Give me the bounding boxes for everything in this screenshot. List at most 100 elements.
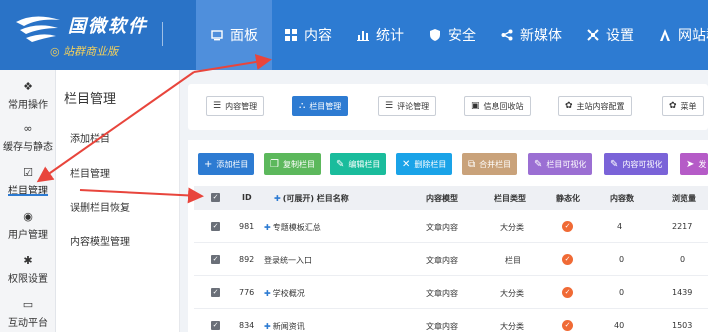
row-name[interactable]: ✚ 学校概况 bbox=[264, 288, 305, 299]
rail-item-interaction[interactable]: ▭ 互动平台 bbox=[0, 298, 56, 329]
sitemap-icon bbox=[658, 28, 672, 42]
copy-column-button[interactable]: ❐ 复制栏目 bbox=[264, 153, 321, 175]
rail-item-column-manage[interactable]: ☑ 栏目管理 bbox=[0, 166, 56, 197]
submenu-item-add-column[interactable]: 添加栏目 bbox=[70, 130, 110, 145]
top-bar: 国微软件 ◎ 站群商业版 面板 内容 统计 安全 新媒体 设置 网站 bbox=[0, 0, 708, 70]
left-rail: ❖ 常用操作 ∞ 缓存与静态 ☑ 栏目管理 ◉ 用户管理 ✱ 权限设置 ▭ 互动… bbox=[0, 70, 56, 332]
column-table-panel: + 添加栏目 ❐ 复制栏目 ✎ 编辑栏目 ✕ 删除栏目 ⧉ 合并栏目 ✎ 栏目可视化 ✎ 内容… bbox=[188, 140, 708, 332]
row-type: 栏目 bbox=[505, 256, 521, 265]
content-visualize-button[interactable]: ✎ 内容可视化 bbox=[604, 153, 669, 175]
rail-item-users[interactable]: ◉ 用户管理 bbox=[0, 210, 56, 241]
edit-column-button[interactable]: ✎ 编辑栏目 bbox=[330, 153, 387, 175]
table-row[interactable]: ✓ 981 ✚ 专题模板汇总 文章内容 大分类 ✓ 4 2217 bbox=[194, 210, 708, 243]
nav-item-panel[interactable]: 面板 bbox=[196, 0, 272, 70]
gear-icon: ✿ bbox=[565, 101, 573, 111]
static-status-icon[interactable]: ✓ bbox=[562, 221, 573, 232]
merge-icon: ⧉ bbox=[468, 158, 476, 170]
column-header-name[interactable]: ✚ (可展开) 栏目名称 bbox=[274, 193, 349, 204]
nav-item-settings[interactable]: 设置 bbox=[574, 0, 646, 70]
delete-column-button[interactable]: ✕ 删除栏目 bbox=[396, 153, 453, 175]
submenu-item-restore-column[interactable]: 误删栏目恢复 bbox=[70, 199, 130, 214]
nav-item-stats[interactable]: 统计 bbox=[344, 0, 416, 70]
row-id: 892 bbox=[239, 255, 255, 264]
bar-chart-icon bbox=[356, 28, 370, 42]
expand-icon[interactable]: ✚ bbox=[264, 322, 271, 331]
row-id: 981 bbox=[239, 222, 255, 231]
row-views: 2217 bbox=[672, 222, 693, 231]
table-row[interactable]: ✓ 892 登录统一入口 文章内容 栏目 ✓ 0 0 bbox=[194, 243, 708, 276]
tab-bar: ☰ 内容管理 ⛬ 栏目管理 ☰ 评论管理 ▣ 信息回收站 ✿ 主站内容配置 ✿ 菜单 bbox=[188, 84, 708, 130]
sub-menu: 栏目管理 添加栏目 栏目管理 误删栏目恢复 内容模型管理 bbox=[56, 70, 180, 332]
brand[interactable]: 国微软件 ◎ 站群商业版 bbox=[0, 0, 196, 70]
column-header-type: 栏目类型 bbox=[494, 194, 526, 203]
row-type: 大分类 bbox=[500, 322, 524, 331]
row-count: 0 bbox=[619, 288, 625, 297]
divider bbox=[162, 22, 163, 46]
column-header-model: 内容模型 bbox=[426, 194, 458, 203]
row-model: 文章内容 bbox=[426, 256, 458, 265]
table-row[interactable]: ✓ 834 ✚ 新闻资讯 文章内容 大分类 ✓ 40 1503 bbox=[194, 309, 708, 332]
static-status-icon[interactable]: ✓ bbox=[562, 320, 573, 331]
static-status-icon[interactable]: ✓ bbox=[562, 287, 573, 298]
add-column-button[interactable]: + 添加栏目 bbox=[198, 153, 255, 175]
static-status-icon[interactable]: ✓ bbox=[562, 254, 573, 265]
copy-icon: ❐ bbox=[270, 158, 279, 170]
row-views: 1503 bbox=[672, 321, 693, 330]
shield-check-icon: ◎ bbox=[50, 45, 64, 58]
column-header-static: 静态化 bbox=[556, 194, 580, 203]
submenu-item-content-models[interactable]: 内容模型管理 bbox=[70, 233, 130, 248]
row-type: 大分类 bbox=[500, 223, 524, 232]
row-checkbox[interactable]: ✓ bbox=[211, 255, 220, 264]
nav-item-new-media[interactable]: 新媒体 bbox=[488, 0, 574, 70]
select-all-checkbox[interactable]: ✓ bbox=[211, 193, 220, 202]
row-type: 大分类 bbox=[500, 289, 524, 298]
nav-item-site-group[interactable]: 网站群 bbox=[646, 0, 708, 70]
gear-icon: ✿ bbox=[669, 101, 677, 111]
row-checkbox[interactable]: ✓ bbox=[211, 222, 220, 231]
list-icon: ☰ bbox=[385, 101, 394, 111]
row-checkbox[interactable]: ✓ bbox=[211, 288, 220, 297]
expand-icon[interactable]: ✚ bbox=[264, 223, 271, 232]
row-model: 文章内容 bbox=[426, 289, 458, 298]
tab-recycle-bin[interactable]: ▣ 信息回收站 bbox=[464, 96, 531, 116]
merge-column-button[interactable]: ⧉ 合并栏目 bbox=[462, 153, 518, 175]
table-row[interactable]: ✓ 776 ✚ 学校概况 文章内容 大分类 ✓ 0 1439 bbox=[194, 276, 708, 309]
settings-icon bbox=[586, 28, 600, 42]
tab-comment-manage[interactable]: ☰ 评论管理 bbox=[378, 96, 437, 116]
row-views: 0 bbox=[680, 255, 686, 264]
user-icon: ◉ bbox=[23, 210, 33, 223]
tab-main-site-config[interactable]: ✿ 主站内容配置 bbox=[558, 96, 632, 116]
monitor-icon bbox=[210, 28, 224, 42]
link-icon: ∞ bbox=[23, 122, 33, 135]
publish-button[interactable]: ➤ 发 bbox=[680, 153, 708, 175]
nav-item-content[interactable]: 内容 bbox=[272, 0, 344, 70]
expand-icon[interactable]: ✚ bbox=[264, 289, 271, 298]
row-name[interactable]: ✚ 新闻资讯 bbox=[264, 321, 305, 332]
plus-icon: + bbox=[204, 158, 213, 170]
message-icon: ▭ bbox=[22, 298, 34, 311]
row-name[interactable]: 登录统一入口 bbox=[264, 255, 312, 266]
column-visualize-button[interactable]: ✎ 栏目可视化 bbox=[528, 153, 593, 175]
tab-menu[interactable]: ✿ 菜单 bbox=[662, 96, 704, 116]
rail-item-permissions[interactable]: ✱ 权限设置 bbox=[0, 254, 56, 285]
rail-item-cache[interactable]: ∞ 缓存与静态 bbox=[0, 122, 56, 153]
row-model: 文章内容 bbox=[426, 322, 458, 331]
main-nav: 面板 内容 统计 安全 新媒体 设置 网站 bbox=[196, 0, 708, 70]
nav-item-security[interactable]: 安全 bbox=[416, 0, 488, 70]
logo-icon bbox=[16, 16, 60, 42]
row-name[interactable]: ✚ 专题模板汇总 bbox=[264, 222, 321, 233]
expand-icon: ✚ bbox=[274, 194, 281, 203]
sitemap-icon: ⛬ bbox=[299, 101, 306, 111]
column-header-views: 浏览量 bbox=[672, 194, 696, 203]
row-count: 4 bbox=[617, 222, 623, 231]
tab-content-manage[interactable]: ☰ 内容管理 bbox=[206, 96, 265, 116]
rail-item-common[interactable]: ❖ 常用操作 bbox=[0, 80, 56, 111]
shield-icon bbox=[428, 28, 442, 42]
brand-edition: ◎ 站群商业版 bbox=[50, 45, 119, 58]
settings-icon: ❖ bbox=[23, 80, 33, 93]
tab-column-manage[interactable]: ⛬ 栏目管理 bbox=[292, 96, 349, 116]
brand-name: 国微软件 bbox=[68, 16, 148, 37]
submenu-item-column-manage[interactable]: 栏目管理 bbox=[70, 165, 110, 180]
row-checkbox[interactable]: ✓ bbox=[211, 321, 220, 330]
row-views: 1439 bbox=[672, 288, 693, 297]
